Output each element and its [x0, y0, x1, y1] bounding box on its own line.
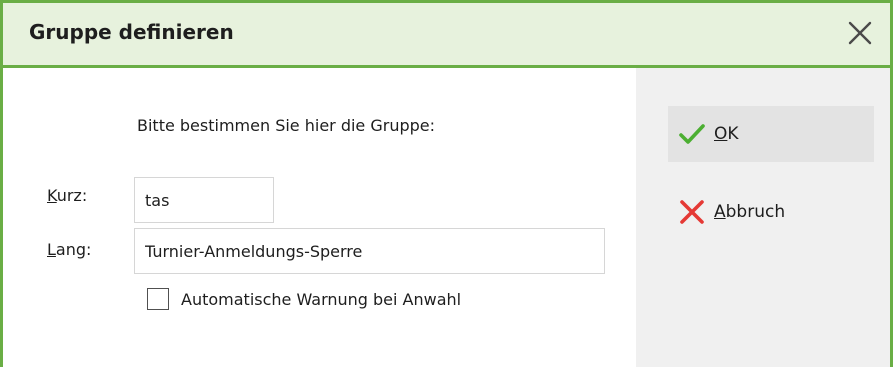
kurz-input[interactable]	[134, 177, 274, 223]
checkmark-icon	[672, 114, 712, 154]
dialog-title: Gruppe definieren	[29, 20, 234, 44]
lang-label: Lang:	[47, 240, 92, 259]
kurz-label: Kurz:	[47, 186, 88, 205]
instruction-text: Bitte bestimmen Sie hier die Gruppe:	[137, 116, 436, 135]
cancel-button-label: Abbruch	[714, 202, 786, 222]
cancel-button[interactable]: Abbruch	[668, 186, 874, 238]
ok-button-label: OK	[714, 124, 739, 144]
close-button[interactable]	[842, 15, 878, 51]
close-icon	[848, 21, 872, 45]
warning-checkbox-label: Automatische Warnung bei Anwahl	[181, 289, 462, 309]
lang-input[interactable]	[134, 228, 605, 274]
ok-button[interactable]: OK	[668, 106, 874, 162]
dialog-window: Gruppe definieren Bitte bestimmen Sie hi…	[0, 0, 893, 367]
title-bar: Gruppe definieren	[3, 0, 890, 68]
warning-checkbox[interactable]	[147, 288, 169, 310]
cross-icon	[672, 192, 712, 232]
warning-checkbox-row[interactable]: Automatische Warnung bei Anwahl	[147, 288, 461, 310]
button-panel: OK Abbruch	[636, 68, 890, 367]
